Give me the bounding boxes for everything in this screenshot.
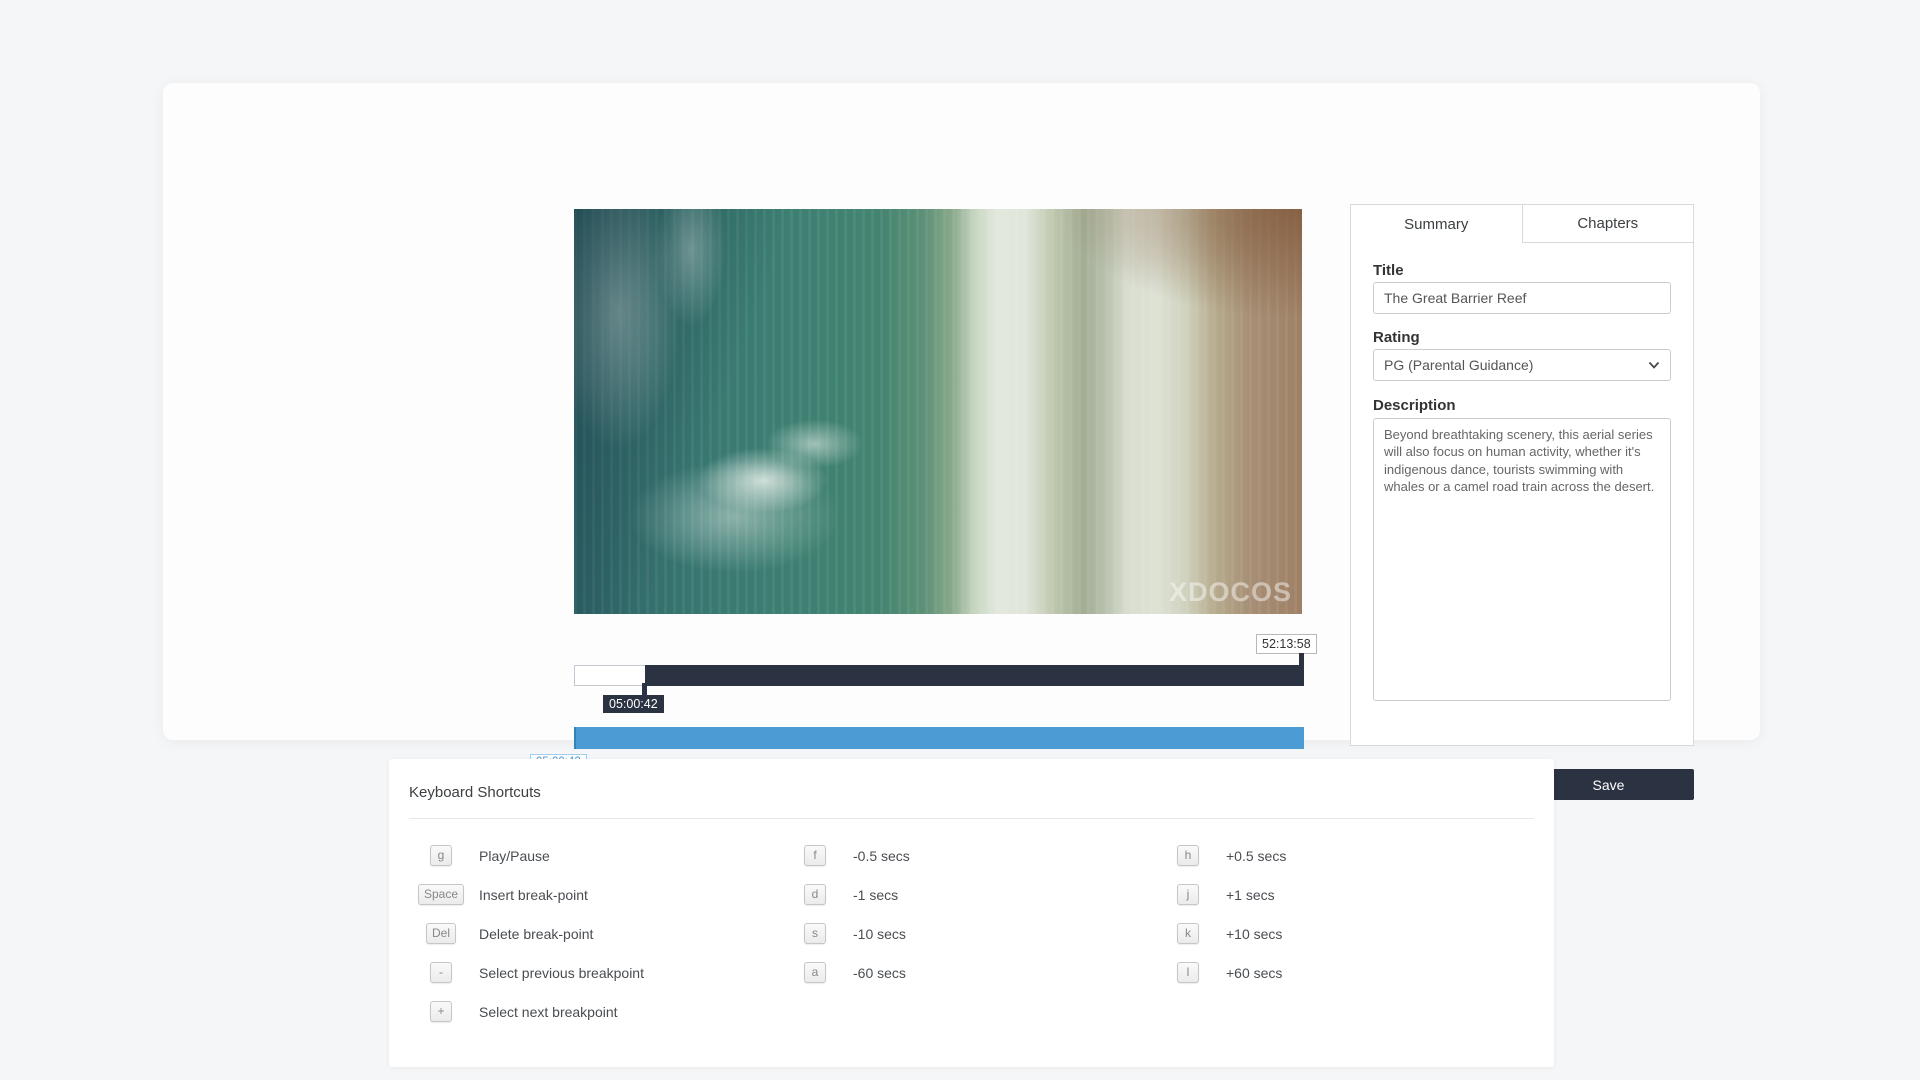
keycap: s [804,923,826,944]
keycap: k [1177,923,1199,944]
timeline-track[interactable] [574,665,1304,686]
shortcut-column-right: h +0.5 secs j +1 secs k +10 secs l +60 secs [1153,836,1286,992]
keyboard-shortcuts-card: Keyboard Shortcuts g Play/Pause Space Inser… [389,759,1554,1067]
shortcut-row: a -60 secs [780,953,910,992]
shortcut-action: Play/Pause [479,848,550,864]
keycap: l [1177,962,1199,983]
shortcut-action: -10 secs [853,926,906,942]
keycap: Space [418,884,464,905]
shortcut-row: k +10 secs [1153,914,1286,953]
shortcut-column-middle: f -0.5 secs d -1 secs s -10 secs a -60 secs [780,836,910,992]
shortcut-row: l +60 secs [1153,953,1286,992]
keyboard-shortcuts-title: Keyboard Shortcuts [409,784,541,801]
tab-summary[interactable]: Summary [1351,205,1522,243]
timeline-end-time-tooltip: 52:13:58 [1256,634,1317,654]
rating-label: Rating [1373,329,1420,346]
shortcut-action: -0.5 secs [853,848,910,864]
keycap-wrap: g [406,845,476,866]
keycap-wrap: f [780,845,850,866]
shortcut-action: +1 secs [1226,887,1275,903]
timeline-filled-segment[interactable] [645,665,1304,686]
shortcut-action: +0.5 secs [1226,848,1286,864]
keycap-wrap: - [406,962,476,983]
keycap-wrap: Del [406,923,476,944]
shortcut-column-left: gPlay/PauseSpaceInsert break-pointDelDel… [406,836,644,1031]
shortcut-action: +60 secs [1226,965,1282,981]
keycap-wrap: h [1153,845,1223,866]
video-watermark: XDOCOS [1169,577,1292,608]
description-textarea[interactable]: Beyond breathtaking scenery, this aerial… [1373,418,1671,701]
keycap: h [1177,845,1199,866]
shortcut-action: +10 secs [1226,926,1282,942]
keycap: Del [426,923,456,944]
keycap-wrap: s [780,923,850,944]
shortcut-row: Space Insert break-point [406,875,644,914]
shortcut-action: Insert break-point [479,887,588,903]
video-preview[interactable]: XDOCOS [574,209,1302,614]
keycap-wrap: l [1153,962,1223,983]
keycap: g [430,845,452,866]
shortcut-row: f -0.5 secs [780,836,910,875]
shortcut-action: Delete break-point [479,926,593,942]
shortcut-row: s -10 secs [780,914,910,953]
keycap: + [430,1001,452,1022]
keycap-wrap: + [406,1001,476,1022]
keycap-wrap: j [1153,884,1223,905]
keycap: a [804,962,826,983]
timeline-end-handle[interactable] [1299,653,1304,667]
tab-chapters[interactable]: Chapters [1522,205,1694,243]
shortcut-row: + Select next breakpoint [406,992,644,1031]
video-editor-card: XDOCOS 52:13:58 05:00:42 05:00:42 Insert… [163,83,1760,740]
keycap-wrap: d [780,884,850,905]
timeline-progress-bar[interactable] [574,727,1304,749]
keycap: j [1177,884,1199,905]
description-label: Description [1373,397,1456,414]
keycap-wrap: k [1153,923,1223,944]
shortcut-row: d -1 secs [780,875,910,914]
shortcut-action: Select previous breakpoint [479,965,644,981]
shortcut-row: j +1 secs [1153,875,1286,914]
keycap-wrap: Space [406,884,476,905]
divider [409,818,1534,819]
title-label: Title [1373,262,1404,279]
keycap: d [804,884,826,905]
rating-select[interactable]: PG (Parental Guidance) [1373,349,1671,381]
chevron-down-icon [1648,361,1660,369]
shortcut-row: - Select previous breakpoint [406,953,644,992]
keycap: - [430,962,452,983]
shortcut-action: -60 secs [853,965,906,981]
timeline-break-time-tooltip: 05:00:42 [603,695,664,713]
rating-selected-value: PG (Parental Guidance) [1384,357,1533,373]
keycap: f [804,845,826,866]
summary-panel: Summary Chapters Title Rating PG (Parent… [1350,204,1694,746]
shortcut-row: Del Delete break-point [406,914,644,953]
shortcut-action: Select next breakpoint [479,1004,618,1020]
panel-tabs: Summary Chapters [1351,205,1693,243]
title-input[interactable] [1373,282,1671,314]
shortcut-row: g Play/Pause [406,836,644,875]
keycap-wrap: a [780,962,850,983]
shortcut-action: -1 secs [853,887,898,903]
shortcut-row: h +0.5 secs [1153,836,1286,875]
